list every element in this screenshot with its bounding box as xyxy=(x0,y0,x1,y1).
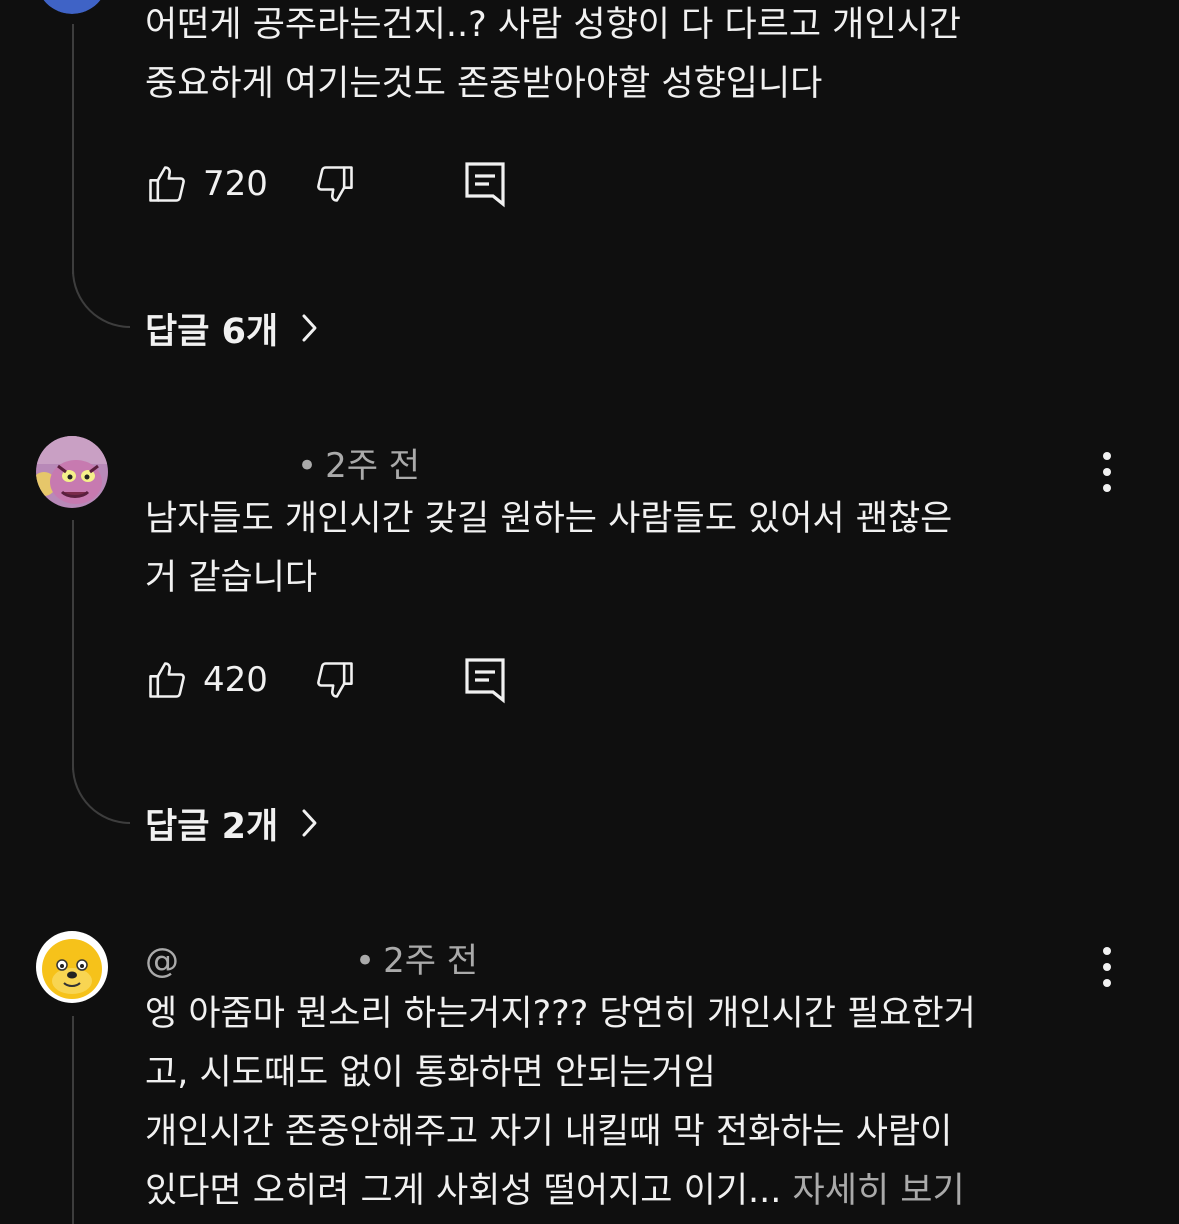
replies-label: 답글 2개 xyxy=(145,806,279,847)
reply-button[interactable] xyxy=(463,160,507,208)
comment-menu-button[interactable] xyxy=(1094,945,1120,989)
thread-curve xyxy=(72,270,130,328)
comment-line: 어떤게 공주라는건지..? 사람 성향이 다 다르고 개인시간 xyxy=(145,5,961,45)
comment-line: 거 같습니다 xyxy=(145,558,318,598)
separator-dot: • xyxy=(355,941,376,981)
comment-text: 엥 아줌마 뭔소리 하는거지??? 당연히 개인시간 필요한거 고, 시도때도 … xyxy=(145,985,1105,1221)
comment-meta: • 2주 전 xyxy=(145,438,420,487)
thread-line xyxy=(72,1016,74,1224)
chevron-right-icon xyxy=(278,312,318,344)
comment-menu-button[interactable] xyxy=(1094,450,1120,494)
comment-line: 있다면 오히려 그게 사회성 떨어지고 이기... 자세히 보기 xyxy=(145,1162,1105,1221)
thread-line xyxy=(72,24,74,274)
reply-button[interactable] xyxy=(463,656,507,704)
dislike-button[interactable] xyxy=(313,160,357,208)
replies-toggle[interactable]: 답글 6개 xyxy=(145,303,318,353)
author-handle[interactable]: @ xyxy=(145,941,179,981)
separator-dot: • xyxy=(297,446,318,486)
like-count: 420 xyxy=(203,660,268,700)
replies-toggle[interactable]: 답글 2개 xyxy=(145,798,318,848)
read-more-link[interactable]: 자세히 보기 xyxy=(793,1171,965,1211)
comment-meta: @ • 2주 전 xyxy=(145,933,478,982)
comment-line: 고, 시도때도 없이 통화하면 안되는거임 xyxy=(145,1053,716,1093)
thumbs-up-icon xyxy=(145,658,189,702)
comment-text: 어떤게 공주라는건지..? 사람 성향이 다 다르고 개인시간 중요하게 여기는… xyxy=(145,0,1105,114)
like-button[interactable]: 420 xyxy=(145,656,268,704)
reply-comment-icon xyxy=(463,160,507,208)
comment-line: 개인시간 존중안해주고 자기 내킬때 막 전화하는 사람이 xyxy=(145,1112,953,1152)
comment-line-text: 있다면 오히려 그게 사회성 떨어지고 이기... xyxy=(145,1171,782,1211)
thread-curve xyxy=(72,766,130,824)
chevron-right-icon xyxy=(278,807,318,839)
thumbs-up-icon xyxy=(145,162,189,206)
thread-line xyxy=(72,520,74,770)
comment-line: 남자들도 개인시간 갖길 원하는 사람들도 있어서 괜찮은 xyxy=(145,499,953,539)
timestamp: 2주 전 xyxy=(383,941,479,981)
like-button[interactable]: 720 xyxy=(145,160,268,208)
dislike-button[interactable] xyxy=(313,656,357,704)
comment-line: 중요하게 여기는것도 존중받아야할 성향입니다 xyxy=(145,64,823,104)
like-count: 720 xyxy=(203,164,268,204)
avatar[interactable] xyxy=(36,931,108,1003)
more-vert-icon xyxy=(1103,947,1111,955)
comments-page: 어떤게 공주라는건지..? 사람 성향이 다 다르고 개인시간 중요하게 여기는… xyxy=(0,0,1179,1224)
comment-line: 엥 아줌마 뭔소리 하는거지??? 당연히 개인시간 필요한거 xyxy=(145,994,976,1034)
more-vert-icon xyxy=(1103,452,1111,460)
replies-label: 답글 6개 xyxy=(145,311,279,352)
avatar[interactable] xyxy=(36,0,108,14)
avatar[interactable] xyxy=(36,436,108,508)
reply-comment-icon xyxy=(463,656,507,704)
thumbs-down-icon xyxy=(313,658,357,702)
comment-text: 남자들도 개인시간 갖길 원하는 사람들도 있어서 괜찮은 거 같습니다 xyxy=(145,490,1105,608)
timestamp: 2주 전 xyxy=(325,446,421,486)
thumbs-down-icon xyxy=(313,162,357,206)
